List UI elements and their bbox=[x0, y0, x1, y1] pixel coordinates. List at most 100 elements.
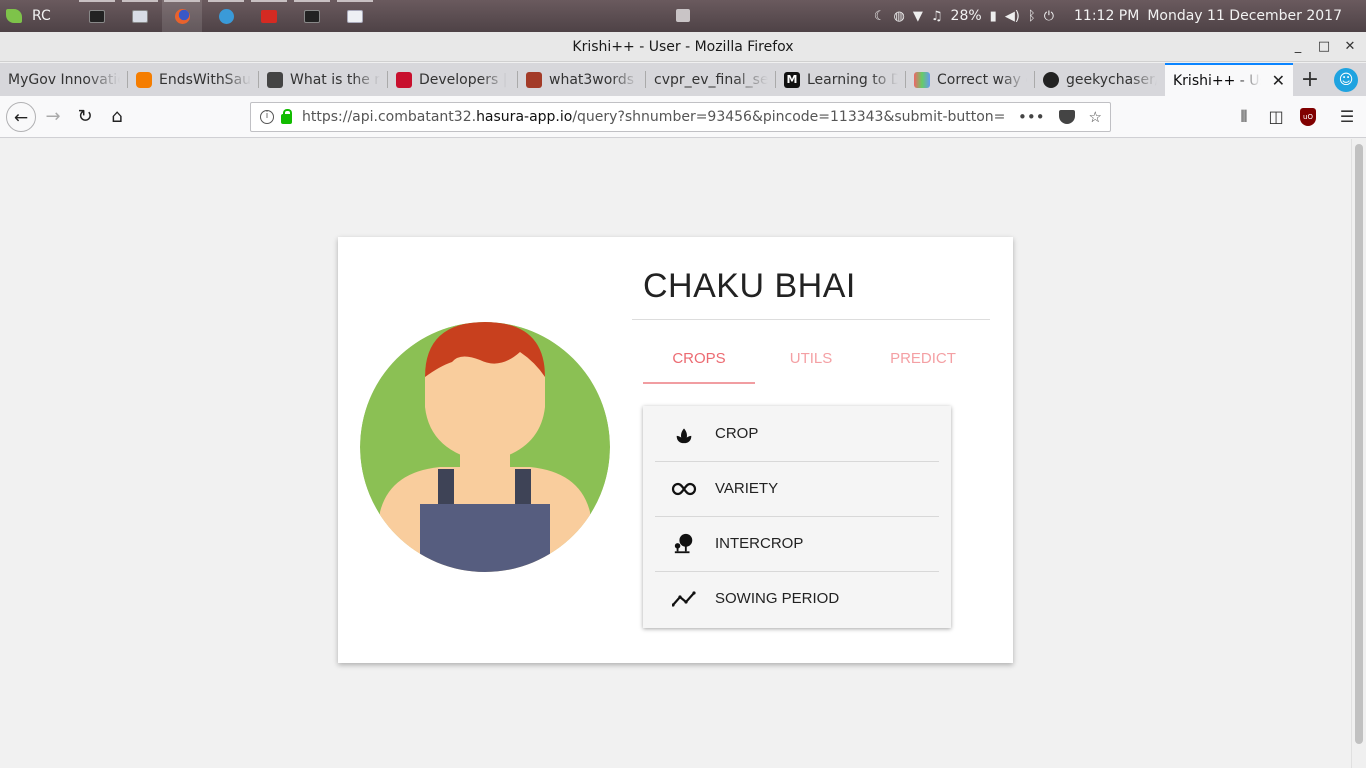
lock-icon[interactable] bbox=[281, 109, 292, 124]
flask-icon bbox=[914, 71, 930, 88]
browser-tab-active[interactable]: Krishi++ - Use ✕ bbox=[1165, 63, 1293, 96]
night-mode-icon[interactable]: ☾ bbox=[874, 9, 886, 24]
trend-line-icon bbox=[671, 586, 697, 612]
window-title: Krishi++ - User - Mozilla Firefox bbox=[572, 39, 794, 55]
close-tab-icon[interactable]: ✕ bbox=[1272, 71, 1285, 90]
tree-icon bbox=[671, 531, 697, 557]
reload-button[interactable]: ↻ bbox=[70, 102, 100, 132]
ublock-icon[interactable]: uO bbox=[1295, 102, 1321, 132]
list-item-label: SOWING PERIOD bbox=[715, 590, 840, 607]
workspace-icon[interactable] bbox=[676, 9, 690, 22]
info-icon[interactable]: i bbox=[260, 110, 274, 124]
browser-tab[interactable]: EndsWithSau bbox=[128, 63, 259, 96]
battery-icon[interactable]: ▮ bbox=[990, 9, 997, 24]
volume-icon[interactable]: ◀) bbox=[1005, 9, 1020, 24]
scrollbar[interactable] bbox=[1351, 139, 1366, 768]
accessibility-icon[interactable]: ☺ bbox=[1334, 68, 1358, 92]
tab-crops[interactable]: CROPS bbox=[643, 340, 755, 384]
user-profile-card: CHAKU BHAI CROPS UTILS PREDICT CROP VARI… bbox=[338, 237, 1013, 663]
tab-label: EndsWithSau bbox=[159, 71, 251, 88]
browser-tab[interactable]: What is the ri bbox=[259, 63, 388, 96]
user-name: CHAKU BHAI bbox=[643, 267, 856, 305]
list-item-variety[interactable]: VARIETY bbox=[643, 461, 951, 516]
back-button[interactable]: ← bbox=[6, 102, 36, 132]
terminal-icon bbox=[304, 9, 320, 23]
scrollbar-thumb[interactable] bbox=[1355, 144, 1363, 744]
blogger-icon bbox=[136, 71, 152, 88]
tab-utils[interactable]: UTILS bbox=[755, 340, 867, 384]
farmer-avatar-illustration bbox=[360, 322, 610, 572]
list-item-label: VARIETY bbox=[715, 480, 779, 497]
tab-label: MyGov Innovatio bbox=[8, 71, 120, 88]
taskbar-pdf[interactable] bbox=[249, 0, 289, 32]
clock-date[interactable]: Monday 11 December 2017 bbox=[1147, 8, 1342, 24]
library-icon[interactable]: ⫴ bbox=[1231, 102, 1257, 132]
desktop-top-panel: RC ☾ ◍ ▼ ♫ 28% ▮ ◀) ᛒ ⏻ 11:12 PM Monday … bbox=[0, 0, 1366, 32]
taskbar-telegram[interactable] bbox=[206, 0, 246, 32]
taskbar-firefox[interactable] bbox=[162, 0, 202, 32]
sprout-icon bbox=[671, 421, 697, 447]
tab-label: what3words | bbox=[549, 71, 638, 88]
url-bar[interactable]: i https://api.combatant32.hasura-app.io/… bbox=[250, 102, 1111, 132]
bookmark-star-icon[interactable]: ☆ bbox=[1089, 108, 1102, 126]
tab-label: Learning to D bbox=[807, 71, 898, 88]
profile-tabs: CROPS UTILS PREDICT bbox=[643, 340, 979, 384]
new-tab-button[interactable]: + bbox=[1298, 63, 1322, 96]
window-icon bbox=[132, 9, 148, 23]
list-item-sowing-period[interactable]: SOWING PERIOD bbox=[643, 571, 951, 626]
notification-bell-icon[interactable]: ♫ bbox=[931, 9, 943, 24]
clock-time[interactable]: 11:12 PM bbox=[1074, 8, 1139, 24]
browser-tab[interactable]: geekychaser/ bbox=[1035, 63, 1165, 96]
browser-tab[interactable]: what3words | bbox=[518, 63, 646, 96]
app-menu-label: RC bbox=[32, 8, 51, 24]
sidebar-icon[interactable]: ◫ bbox=[1263, 102, 1289, 132]
browser-tab[interactable]: Correct way o bbox=[906, 63, 1035, 96]
taskbar-terminal[interactable] bbox=[77, 0, 117, 32]
battery-percent[interactable]: 28% bbox=[951, 8, 982, 24]
infinity-icon bbox=[671, 476, 697, 502]
developers-icon bbox=[396, 71, 412, 88]
firefox-icon bbox=[174, 8, 190, 24]
home-button[interactable]: ⌂ bbox=[102, 102, 132, 132]
list-item-crop[interactable]: CROP bbox=[643, 406, 951, 461]
active-tab-indicator bbox=[643, 382, 755, 384]
browser-tab[interactable]: MyGov Innovatio bbox=[0, 63, 128, 96]
hamburger-menu-icon[interactable]: ☰ bbox=[1334, 102, 1360, 132]
page-actions-icon[interactable]: ••• bbox=[1018, 108, 1045, 126]
tab-label: Correct way o bbox=[937, 71, 1027, 88]
window-titlebar: Krishi++ - User - Mozilla Firefox _ □ ✕ bbox=[0, 32, 1366, 62]
browser-tab[interactable]: cvpr_ev_final_se bbox=[646, 63, 776, 96]
bluetooth-icon[interactable]: ᛒ bbox=[1028, 9, 1036, 24]
close-window-icon[interactable]: ✕ bbox=[1337, 32, 1363, 62]
taskbar-terminal-2[interactable] bbox=[292, 0, 332, 32]
app-menu-button[interactable]: RC bbox=[6, 0, 51, 32]
page-viewport: CHAKU BHAI CROPS UTILS PREDICT CROP VARI… bbox=[0, 139, 1351, 768]
browser-tab[interactable]: M Learning to D bbox=[776, 63, 906, 96]
minimize-icon[interactable]: _ bbox=[1285, 32, 1311, 62]
browser-tab-strip: MyGov Innovatio EndsWithSau What is the … bbox=[0, 63, 1366, 96]
forward-button[interactable]: → bbox=[38, 102, 68, 132]
navigation-toolbar: ← → ↻ ⌂ i https://api.combatant32.hasura… bbox=[0, 96, 1366, 138]
terminal-icon bbox=[89, 9, 105, 23]
tab-label: cvpr_ev_final_se bbox=[654, 71, 768, 88]
tab-label: Krishi++ - Use bbox=[1173, 72, 1261, 89]
wifi-icon[interactable]: ▼ bbox=[913, 9, 923, 24]
taskbar-window[interactable] bbox=[120, 0, 160, 32]
pocket-icon[interactable] bbox=[1058, 110, 1075, 124]
browser-tab[interactable]: Developers | bbox=[388, 63, 518, 96]
avatar bbox=[360, 322, 610, 572]
github-icon bbox=[1043, 71, 1059, 88]
taskbar-file-manager[interactable] bbox=[335, 0, 375, 32]
tab-label: geekychaser/ bbox=[1066, 71, 1157, 88]
leaf-icon bbox=[6, 9, 22, 23]
url-text[interactable]: https://api.combatant32.hasura-app.io/qu… bbox=[302, 109, 1018, 125]
cube-icon bbox=[267, 71, 283, 88]
tab-predict[interactable]: PREDICT bbox=[867, 340, 979, 384]
system-tray: ☾ ◍ ▼ ♫ 28% ▮ ◀) ᛒ ⏻ 11:12 PM Monday 11 … bbox=[874, 0, 1366, 32]
pdf-icon bbox=[261, 9, 277, 23]
list-item-intercrop[interactable]: INTERCROP bbox=[643, 516, 951, 571]
power-icon[interactable]: ⏻ bbox=[1044, 9, 1054, 24]
folder-icon bbox=[347, 9, 363, 23]
network-globe-icon[interactable]: ◍ bbox=[894, 9, 905, 24]
maximize-icon[interactable]: □ bbox=[1311, 32, 1337, 62]
